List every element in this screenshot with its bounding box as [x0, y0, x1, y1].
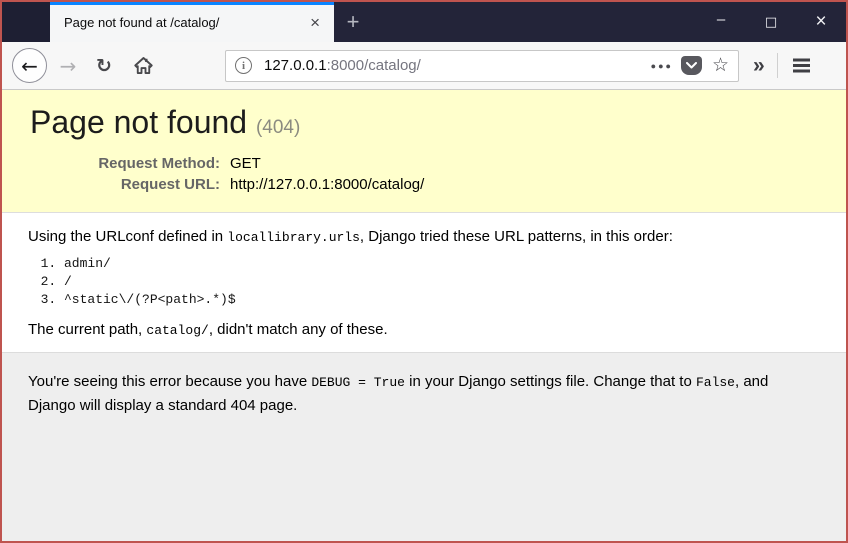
back-icon: ←	[21, 53, 38, 78]
tab-title: Page not found at /catalog/	[64, 14, 220, 30]
menu-button[interactable]	[791, 60, 812, 71]
toolbar-separator	[776, 53, 778, 78]
table-row: Request Method: GET	[30, 153, 424, 174]
maximize-icon: □	[764, 14, 778, 30]
tab-page-not-found[interactable]: Page not found at /catalog/ ×	[50, 2, 334, 42]
back-button[interactable]: ←	[12, 48, 47, 83]
site-info-icon[interactable]: i	[235, 57, 252, 74]
request-method-value: GET	[230, 155, 261, 172]
urlconf-intro: Using the URLconf defined in locallibrar…	[28, 228, 820, 245]
maximize-button[interactable]: □	[746, 2, 796, 42]
hamburger-icon	[792, 64, 810, 67]
current-path-pre: The current path,	[28, 321, 147, 338]
url-bar[interactable]: i 127.0.0.1:8000/catalog/ ●●● ☆	[225, 49, 739, 82]
page-title: Page not found (404)	[30, 104, 818, 141]
reload-icon: ↻	[96, 54, 112, 77]
debug-explanation-section: You're seeing this error because you hav…	[2, 352, 846, 541]
url-host: 127.0.0.1	[264, 57, 327, 74]
bookmark-star-icon[interactable]: ☆	[712, 56, 729, 75]
request-url-label: Request URL:	[120, 176, 220, 193]
request-method-label: Request Method:	[98, 155, 220, 172]
reload-button[interactable]: ↻	[89, 51, 119, 81]
forward-icon: →	[59, 53, 77, 78]
overflow-chevron-icon[interactable]: »	[753, 54, 765, 78]
pocket-button[interactable]	[680, 56, 702, 75]
current-path-post: , didn't match any of these.	[208, 321, 388, 338]
tabbar-corner	[2, 2, 50, 42]
urlconf-module: locallibrary.urls	[227, 230, 360, 245]
home-button[interactable]	[127, 51, 159, 81]
list-item: /	[64, 273, 820, 291]
home-icon	[133, 56, 153, 74]
page-title-text: Page not found	[30, 104, 248, 140]
new-tab-button[interactable]: +	[334, 2, 372, 42]
explanation-mid: in your Django settings file. Change tha…	[404, 373, 696, 390]
pocket-chevron-icon	[685, 62, 697, 69]
debug-explanation-text: You're seeing this error because you hav…	[28, 370, 820, 417]
debug-true-code: DEBUG = True	[311, 375, 405, 390]
current-path-message: The current path, catalog/, didn't match…	[28, 321, 820, 338]
titlebar-drag-space	[372, 2, 696, 42]
minimize-button[interactable]: –	[696, 2, 746, 42]
plus-icon: +	[346, 9, 360, 34]
tab-bar: Page not found at /catalog/ × + – □ ×	[2, 2, 846, 42]
list-item: admin/	[64, 255, 820, 273]
debug-false-code: False	[695, 375, 735, 390]
close-button[interactable]: ×	[796, 2, 846, 42]
window-controls: – □ ×	[696, 2, 846, 42]
list-item: ^static\/(?P<path>.*)$	[64, 291, 820, 309]
minimize-icon: –	[716, 10, 726, 28]
close-icon: ×	[815, 11, 827, 32]
urlconf-intro-pre: Using the URLconf defined in	[28, 228, 228, 245]
url-pattern-list: admin/ / ^static\/(?P<path>.*)$	[28, 255, 820, 309]
tab-close-icon[interactable]: ×	[304, 12, 326, 33]
urlconf-intro-post: , Django tried these URL patterns, in th…	[359, 228, 673, 245]
summary-section: Page not found (404) Request Method: GET…	[2, 90, 846, 213]
forward-button[interactable]: →	[53, 51, 83, 81]
firefox-window: { "window": { "tab_title": "Page not fou…	[0, 0, 848, 543]
url-patterns-section: Using the URLconf defined in locallibrar…	[2, 213, 846, 352]
current-path-code: catalog/	[146, 323, 209, 338]
table-row: Request URL: http://127.0.0.1:8000/catal…	[30, 174, 425, 195]
page-actions-icon[interactable]: ●●●	[651, 61, 673, 71]
request-info-table: Request Method: GET Request URL: http://…	[30, 153, 424, 195]
status-code: (404)	[255, 117, 301, 138]
request-url-value: http://127.0.0.1:8000/catalog/	[230, 176, 425, 193]
url-text: 127.0.0.1:8000/catalog/	[264, 57, 647, 74]
url-path: :8000/catalog/	[326, 57, 421, 74]
explanation-pre: You're seeing this error because you hav…	[28, 373, 312, 390]
navigation-toolbar: ← → ↻ i 127.0.0.1:8000/catalog/ ●●● ☆ »	[2, 42, 846, 90]
